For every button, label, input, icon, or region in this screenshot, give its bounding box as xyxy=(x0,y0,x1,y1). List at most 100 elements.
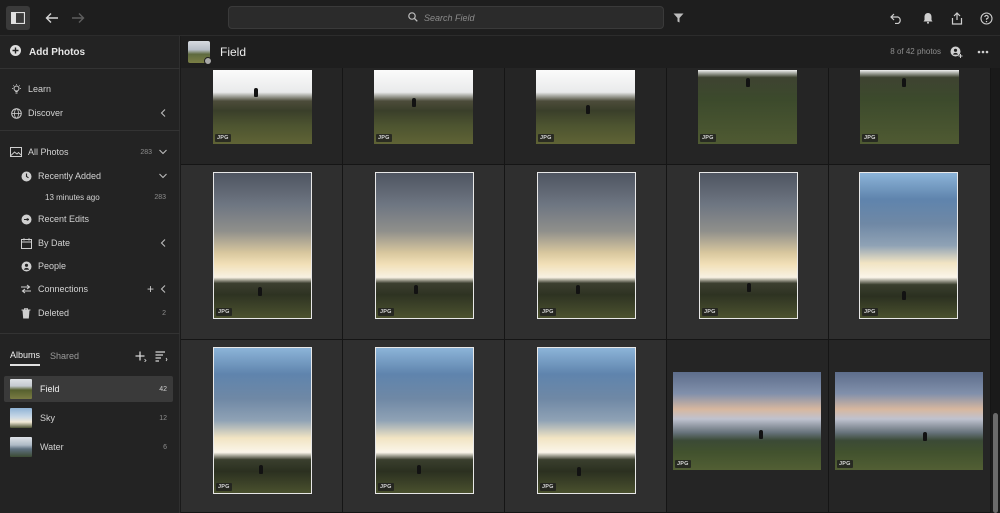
photo-content xyxy=(586,105,590,114)
file-type-badge: JPG xyxy=(837,460,853,468)
photo-thumbnail[interactable]: JPG xyxy=(213,70,312,144)
chevron-down-icon[interactable] xyxy=(158,147,168,157)
photo-thumbnail[interactable]: JPG xyxy=(213,347,312,494)
sidebar-item-label: Discover xyxy=(28,108,64,118)
grid-cell[interactable]: JPG xyxy=(505,68,667,165)
grid-cell[interactable]: JPG xyxy=(343,340,505,513)
grid-cell[interactable]: JPG xyxy=(505,340,667,513)
photo-thumbnail[interactable]: JPG xyxy=(859,172,958,319)
file-type-badge: JPG xyxy=(700,134,716,142)
grid-cell[interactable]: JPG xyxy=(829,68,991,165)
sidebar-item-all-photos[interactable]: All Photos 283 xyxy=(0,141,180,163)
person-icon xyxy=(20,260,32,272)
grid-cell[interactable]: JPG xyxy=(667,340,829,513)
sidebar-toggle-icon[interactable] xyxy=(6,6,30,30)
photo-grid: JPG JPG JPG JPG JPG JPG JPG JPG JPG JPG … xyxy=(181,68,991,513)
album-item-sky[interactable]: Sky 12 xyxy=(4,405,173,431)
sidebar-item-label: Recently Added xyxy=(38,171,102,181)
sidebar-item-connections[interactable]: Connections + xyxy=(0,278,180,300)
photo-thumbnail[interactable]: JPG xyxy=(375,172,474,319)
sidebar-item-people[interactable]: People xyxy=(0,255,180,277)
photo-content xyxy=(258,287,262,296)
sidebar: Add Photos Learn Discover All Photos 283… xyxy=(0,36,180,513)
divider xyxy=(0,130,180,131)
sidebar-item-label: Deleted xyxy=(38,308,70,318)
share-people-icon[interactable] xyxy=(949,45,963,59)
photo-thumbnail[interactable]: JPG xyxy=(698,70,797,144)
grid-cell[interactable]: JPG xyxy=(181,165,343,340)
photo-thumbnail[interactable]: JPG xyxy=(673,372,821,470)
sidebar-item-discover[interactable]: Discover xyxy=(0,102,180,124)
help-icon[interactable] xyxy=(974,6,998,30)
sidebar-item-label: Learn xyxy=(28,84,52,94)
photo-thumbnail[interactable]: JPG xyxy=(213,172,312,319)
plus-circle-icon xyxy=(10,45,21,59)
shared-badge-icon xyxy=(204,57,212,65)
bell-icon[interactable] xyxy=(916,6,940,30)
chevron-down-icon[interactable] xyxy=(158,171,168,181)
undo-icon[interactable] xyxy=(884,6,908,30)
grid-cell[interactable]: JPG xyxy=(181,340,343,513)
grid-cell[interactable]: JPG xyxy=(505,165,667,340)
photo-thumbnail[interactable]: JPG xyxy=(375,347,474,494)
sidebar-item-recently-added[interactable]: Recently Added xyxy=(0,165,180,187)
photo-thumbnail[interactable]: JPG xyxy=(835,372,983,470)
grid-scrollbar[interactable] xyxy=(991,68,1000,513)
scrollbar-thumb[interactable] xyxy=(993,413,998,513)
grid-cell[interactable]: JPG xyxy=(343,68,505,165)
grid-cell[interactable]: JPG xyxy=(667,68,829,165)
main-area: Field 8 of 42 photos JPG JPG JPG JPG JPG… xyxy=(181,36,1000,513)
sidebar-item-recent-import[interactable]: 13 minutes ago 283 xyxy=(0,186,180,208)
grid-cell[interactable]: JPG xyxy=(829,340,991,513)
file-type-badge: JPG xyxy=(378,483,394,491)
sidebar-item-deleted[interactable]: Deleted 2 xyxy=(0,302,180,324)
globe-icon xyxy=(10,107,22,119)
sort-icon[interactable] xyxy=(155,349,168,367)
chevron-left-icon[interactable] xyxy=(158,284,168,294)
clock-icon xyxy=(20,170,32,182)
photo-thumbnail[interactable]: JPG xyxy=(536,70,635,144)
grid-cell[interactable]: JPG xyxy=(667,165,829,340)
grid-cell[interactable]: JPG xyxy=(181,68,343,165)
photo-content xyxy=(417,465,421,474)
lightbulb-icon xyxy=(10,83,22,95)
chevron-left-icon[interactable] xyxy=(158,108,168,118)
album-item-field[interactable]: Field 42 xyxy=(4,376,173,402)
filter-icon[interactable] xyxy=(666,6,690,30)
more-options-icon[interactable] xyxy=(976,45,990,59)
search-input[interactable] xyxy=(424,12,484,23)
album-thumbnail xyxy=(10,379,32,399)
sidebar-item-learn[interactable]: Learn xyxy=(0,78,180,100)
tab-albums[interactable]: Albums xyxy=(10,346,41,366)
tab-shared[interactable]: Shared xyxy=(50,346,79,366)
forward-arrow-icon[interactable] xyxy=(66,6,90,30)
sidebar-item-label: People xyxy=(38,261,67,271)
grid-cell[interactable]: JPG xyxy=(343,165,505,340)
add-photos-label: Add Photos xyxy=(29,46,86,58)
album-header: Field 8 of 42 photos xyxy=(181,36,1000,68)
photo-count: 283 xyxy=(154,193,166,201)
photos-icon xyxy=(10,146,22,158)
share-icon[interactable] xyxy=(945,6,969,30)
chevron-left-icon[interactable] xyxy=(158,238,168,248)
add-connection-icon[interactable]: + xyxy=(147,283,154,295)
photo-thumbnail[interactable]: JPG xyxy=(374,70,473,144)
add-photos-button[interactable]: Add Photos xyxy=(0,36,180,69)
photo-count: 2 xyxy=(162,309,166,317)
photo-thumbnail[interactable]: JPG xyxy=(699,172,798,319)
search-bar[interactable] xyxy=(228,6,664,29)
photo-thumbnail[interactable]: JPG xyxy=(537,347,636,494)
add-album-icon[interactable] xyxy=(135,349,147,367)
sidebar-item-by-date[interactable]: By Date xyxy=(0,232,180,254)
grid-cell[interactable]: JPG xyxy=(829,165,991,340)
photo-thumbnail[interactable]: JPG xyxy=(860,70,959,144)
back-arrow-icon[interactable] xyxy=(40,6,64,30)
album-item-water[interactable]: Water 6 xyxy=(4,434,173,460)
album-name: Field xyxy=(40,384,60,394)
album-count: 12 xyxy=(159,414,167,422)
photo-thumbnail[interactable]: JPG xyxy=(537,172,636,319)
sidebar-item-recent-edits[interactable]: Recent Edits xyxy=(0,208,180,230)
photo-content xyxy=(414,285,418,294)
edit-sliders-icon xyxy=(20,213,32,225)
album-cover-thumbnail xyxy=(188,41,212,65)
